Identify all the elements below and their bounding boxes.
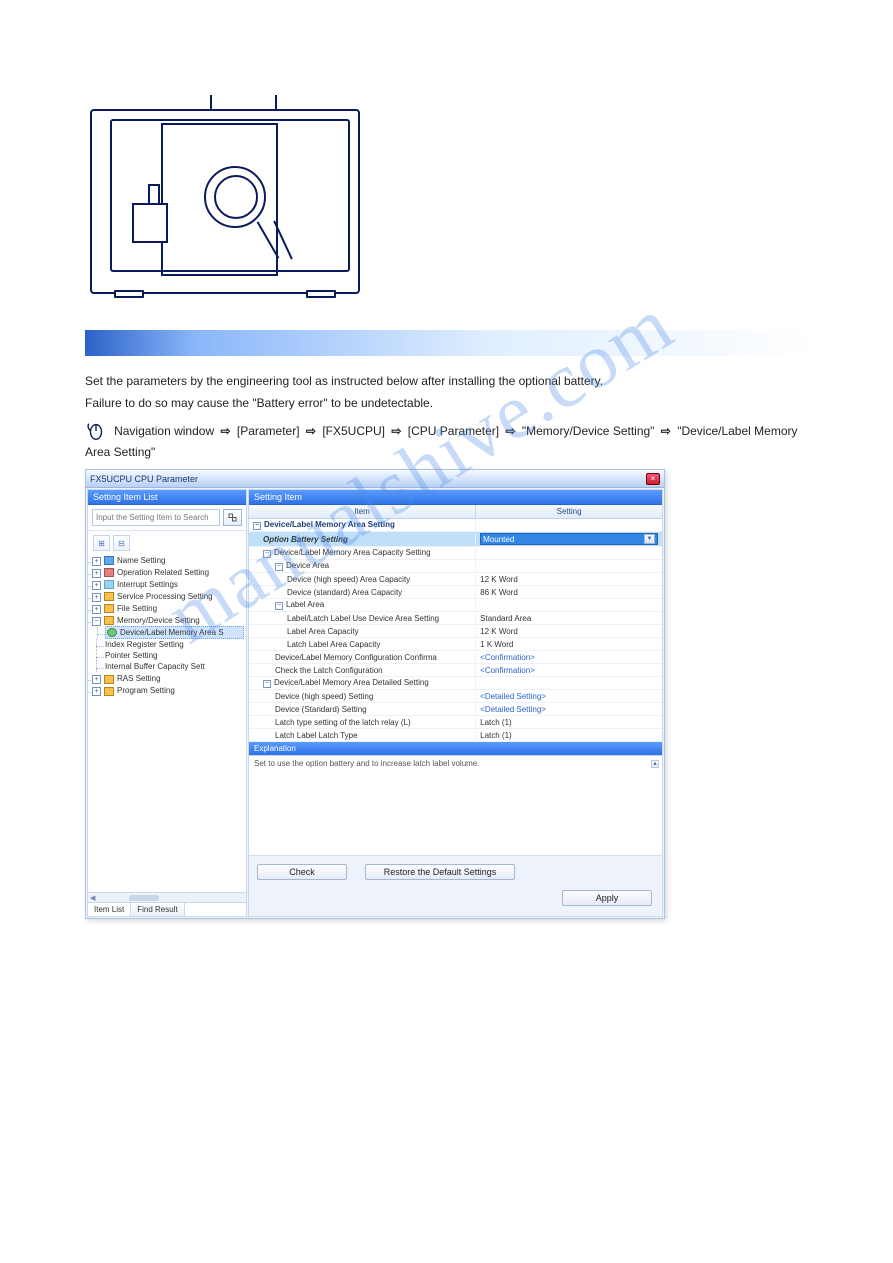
collapse-all-button[interactable]: ⊟	[113, 535, 130, 551]
table-row[interactable]: Device (high speed) Setting<Detailed Set…	[249, 690, 662, 703]
table-row[interactable]: Label Area Capacity12 K Word	[249, 625, 662, 638]
grid-header: Item Setting	[249, 505, 662, 519]
tree-item[interactable]: Device/Label Memory Area S	[105, 626, 244, 639]
option-battery-dropdown[interactable]: Mounted ▼	[480, 533, 658, 545]
tree-item[interactable]: +Service Processing Setting	[92, 591, 244, 603]
setting-tree: ⊞ ⊟ +Name Setting +Operation Related Set…	[88, 531, 246, 892]
tree-item[interactable]: +File Setting	[92, 603, 244, 615]
cpu-parameter-dialog: FX5UCPU CPU Parameter × Setting Item Lis…	[85, 469, 665, 919]
left-panel: Setting Item List ⊞ ⊟ +Name Setting +Ope…	[87, 489, 247, 917]
navigation-path: Navigation window ⇨ [Parameter] ⇨ [FX5UC…	[85, 424, 798, 459]
dialog-titlebar: FX5UCPU CPU Parameter ×	[86, 470, 664, 488]
mouse-icon	[85, 420, 107, 445]
tree-item[interactable]: +Name Setting	[92, 555, 244, 567]
tree-hscroll[interactable]: ◀	[88, 892, 246, 902]
left-panel-head: Setting Item List	[88, 490, 246, 505]
dialog-title: FX5UCPU CPU Parameter	[90, 474, 198, 484]
device-line-drawing	[90, 95, 370, 305]
chevron-down-icon[interactable]: ▼	[644, 534, 655, 544]
tree-item[interactable]: +Operation Related Setting	[92, 567, 244, 579]
section-heading-bar	[85, 330, 813, 356]
tree-item[interactable]: +RAS Setting	[92, 673, 244, 685]
search-input[interactable]	[92, 509, 220, 526]
close-icon[interactable]: ×	[646, 473, 660, 485]
tree-item[interactable]: −Memory/Device Setting Device/Label Memo…	[92, 615, 244, 673]
tree-item[interactable]: Index Register Setting	[105, 639, 244, 650]
check-button[interactable]: Check	[257, 864, 347, 880]
scroll-up-icon[interactable]: ▲	[651, 760, 659, 768]
tab-find-result[interactable]: Find Result	[131, 903, 184, 916]
paragraph-2: Failure to do so may cause the "Battery …	[85, 396, 813, 410]
table-row[interactable]: Device (high speed) Area Capacity12 K Wo…	[249, 573, 662, 586]
paragraph-1: Set the parameters by the engineering to…	[85, 374, 813, 388]
table-row[interactable]: Latch Label Latch TypeLatch (1)	[249, 729, 662, 742]
table-row[interactable]: Device (standard) Area Capacity86 K Word	[249, 586, 662, 599]
settings-grid: −Device/Label Memory Area Setting Option…	[249, 519, 662, 742]
table-row[interactable]: Latch Label Area Capacity1 K Word	[249, 638, 662, 651]
table-row[interactable]: Check the Latch Configuration<Confirmati…	[249, 664, 662, 677]
expand-all-button[interactable]: ⊞	[93, 535, 110, 551]
apply-button[interactable]: Apply	[562, 890, 652, 906]
explanation-body: Set to use the option battery and to inc…	[249, 755, 662, 855]
table-row[interactable]: Device/Label Memory Configuration Confir…	[249, 651, 662, 664]
tab-item-list[interactable]: Item List	[88, 903, 131, 916]
tree-item[interactable]: Pointer Setting	[105, 650, 244, 661]
tree-item[interactable]: +Interrupt Settings	[92, 579, 244, 591]
right-panel: Setting Item Item Setting −Device/Label …	[248, 489, 663, 917]
restore-defaults-button[interactable]: Restore the Default Settings	[365, 864, 515, 880]
tree-item[interactable]: Internal Buffer Capacity Sett	[105, 661, 244, 672]
table-row[interactable]: Latch type setting of the latch relay (L…	[249, 716, 662, 729]
right-panel-head: Setting Item	[249, 490, 662, 505]
row-option-battery[interactable]: Option Battery Setting Mounted ▼	[249, 532, 662, 547]
explanation-head: Explanation	[249, 742, 662, 755]
table-row[interactable]: Device (Standard) Setting<Detailed Setti…	[249, 703, 662, 716]
search-button[interactable]	[223, 509, 242, 526]
table-row[interactable]: Label/Latch Label Use Device Area Settin…	[249, 612, 662, 625]
tree-item[interactable]: +Program Setting	[92, 685, 244, 697]
